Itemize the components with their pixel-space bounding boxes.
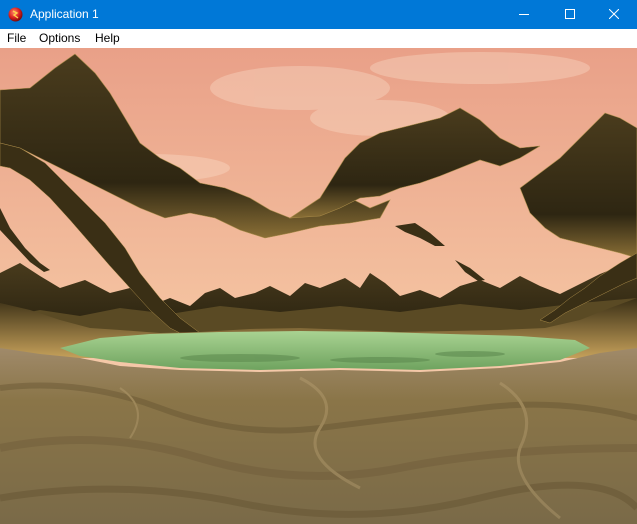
3d-terrain-viewport[interactable] (0, 48, 637, 524)
menu-help[interactable]: Help (92, 29, 123, 48)
red-sphere-icon (8, 7, 23, 22)
menu-bar: File Options Help (0, 29, 637, 49)
foreground-ground (0, 348, 637, 524)
title-bar[interactable]: Application 1 (0, 0, 637, 29)
close-icon (609, 9, 619, 19)
minimize-icon (519, 14, 529, 15)
maximize-button[interactable] (547, 0, 593, 29)
maximize-icon (565, 9, 575, 19)
menu-file[interactable]: File (4, 29, 29, 48)
terrain-scene (0, 48, 637, 524)
minimize-button[interactable] (501, 0, 547, 29)
menu-options[interactable]: Options (36, 29, 83, 48)
close-button[interactable] (591, 0, 637, 29)
window-title: Application 1 (30, 7, 99, 21)
